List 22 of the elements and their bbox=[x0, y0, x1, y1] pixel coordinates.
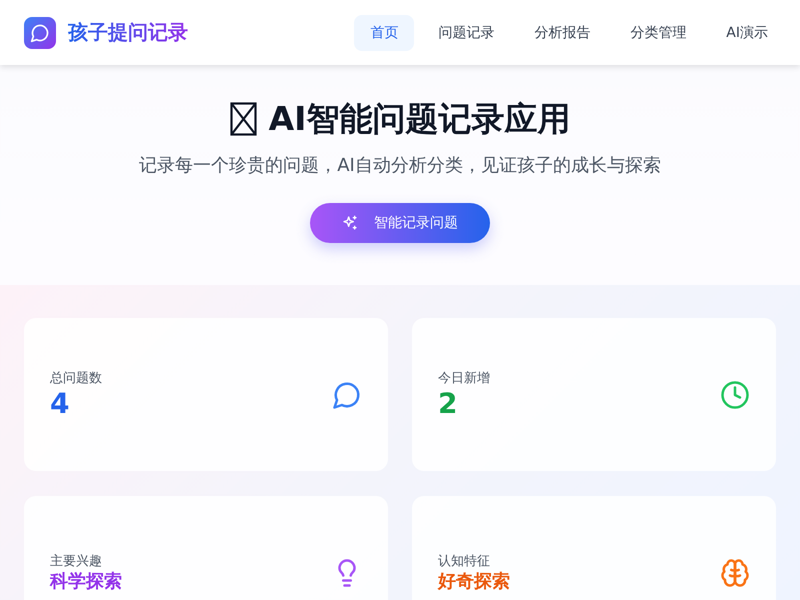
stat-value: 好奇探索 bbox=[438, 570, 510, 594]
page-title: AI智能问题记录应用 bbox=[268, 98, 570, 140]
brain-icon bbox=[720, 558, 750, 588]
stat-value: 2 bbox=[438, 386, 458, 420]
nav-tab[interactable]: AI演示 bbox=[710, 14, 784, 50]
stat-label: 今日新增 bbox=[438, 370, 490, 386]
stat-value: 科学探索 bbox=[50, 570, 122, 594]
nav-tab[interactable]: 分类管理 bbox=[614, 14, 702, 50]
chat-logo-icon bbox=[24, 16, 56, 48]
record-question-button[interactable]: 智能记录问题 bbox=[310, 203, 490, 243]
clock-icon bbox=[720, 380, 750, 410]
chat-bubble-icon bbox=[332, 380, 362, 410]
nav-tab[interactable]: 首页 bbox=[354, 14, 414, 50]
nav-tab[interactable]: 问题记录 bbox=[422, 14, 510, 50]
page-subtitle: 记录每一个珍贵的问题，AI自动分析分类，见证孩子的成长与探索 bbox=[139, 154, 661, 177]
stat-value: 4 bbox=[50, 386, 70, 420]
stat-label: 总问题数 bbox=[50, 370, 102, 386]
stat-label: 主要兴趣 bbox=[50, 552, 103, 570]
nav-tab[interactable]: 分析报告 bbox=[518, 14, 606, 50]
missing-glyph-icon bbox=[230, 102, 257, 136]
stat-label: 认知特征 bbox=[438, 552, 491, 570]
sparkle-icon bbox=[342, 215, 358, 231]
